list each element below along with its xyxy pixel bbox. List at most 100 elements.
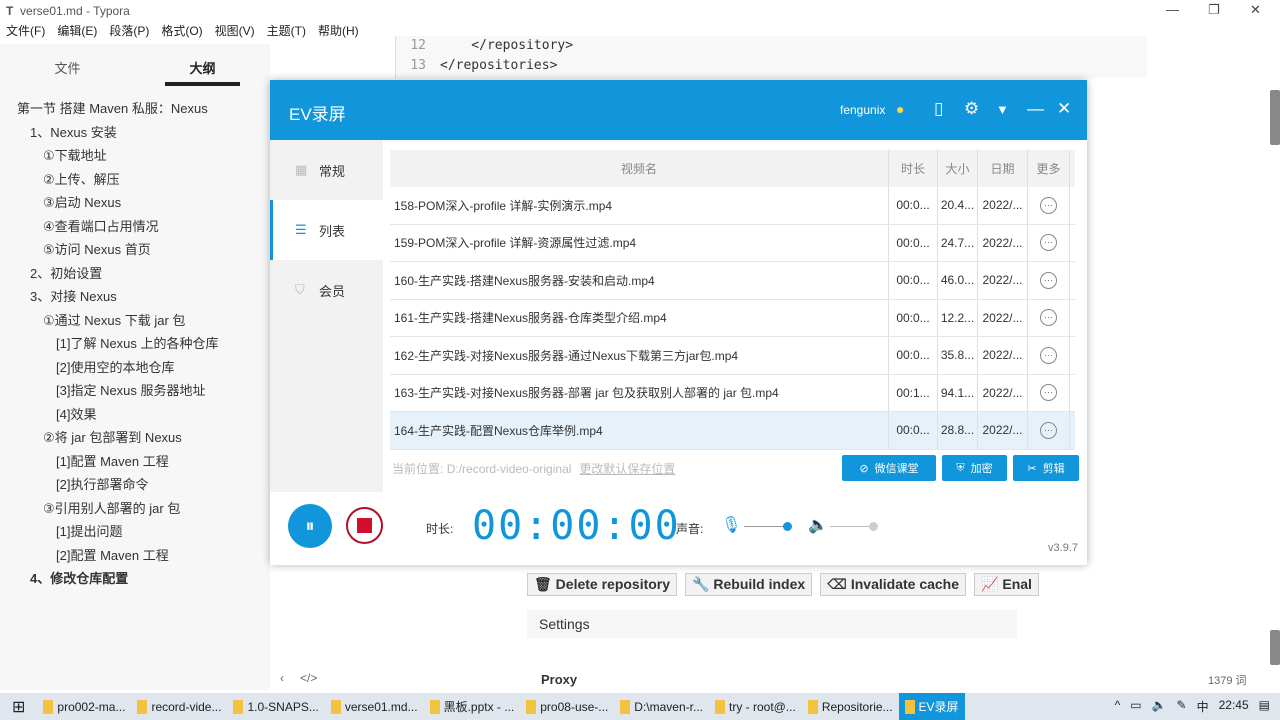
- taskbar-item[interactable]: 黑板.pptx - ...: [424, 693, 521, 720]
- video-date: 2022/...: [978, 374, 1028, 411]
- taskbar-item[interactable]: 1.0-SNAPS...: [227, 693, 324, 720]
- taskbar-item[interactable]: record-vide...: [131, 693, 227, 720]
- taskbar-item[interactable]: D:\maven-r...: [614, 693, 709, 720]
- phone-icon[interactable]: ▯: [934, 99, 943, 119]
- table-row[interactable]: 163-生产实践-对接Nexus服务器-部署 jar 包及获取别人部署的 jar…: [390, 374, 1075, 412]
- col-date[interactable]: 日期: [978, 150, 1028, 187]
- outline-item[interactable]: ③启动 Nexus: [0, 192, 270, 216]
- outline-item[interactable]: 3、对接 Nexus: [0, 286, 270, 310]
- outline-item[interactable]: ①下载地址: [0, 145, 270, 169]
- menu-theme[interactable]: 主题(T): [267, 22, 306, 42]
- speaker-volume-knob[interactable]: [869, 522, 879, 531]
- volume-icon[interactable]: 🔈: [1152, 698, 1167, 715]
- outline-item[interactable]: [1]提出问题: [0, 521, 270, 545]
- menu-view[interactable]: 视图(V): [215, 22, 255, 42]
- outline-item[interactable]: [4]效果: [0, 404, 270, 428]
- col-name[interactable]: 视频名: [390, 150, 889, 187]
- outline-item[interactable]: [3]指定 Nexus 服务器地址: [0, 380, 270, 404]
- record-button[interactable]: ⏸: [288, 504, 332, 548]
- speaker-icon[interactable]: 🔈: [808, 515, 828, 535]
- taskbar-item[interactable]: verse01.md...: [325, 693, 424, 720]
- shield-icon: ⛉: [295, 282, 305, 297]
- line-number: 13: [410, 58, 426, 73]
- menu-help[interactable]: 帮助(H): [318, 22, 359, 42]
- more-options-icon[interactable]: ···: [1040, 309, 1057, 327]
- menu-format[interactable]: 格式(O): [161, 22, 202, 42]
- more-options-icon[interactable]: ···: [1040, 421, 1057, 439]
- outline-item[interactable]: 1、Nexus 安装: [0, 122, 270, 146]
- outline-item[interactable]: 2、初始设置: [0, 263, 270, 287]
- scrollbar-thumb[interactable]: [1270, 630, 1280, 665]
- outline-item[interactable]: 4、修改仓库配置: [0, 568, 270, 592]
- change-location-link[interactable]: 更改默认保存位置: [579, 462, 675, 476]
- network-icon[interactable]: ▭: [1130, 698, 1141, 715]
- minimize-icon[interactable]: —: [1027, 99, 1044, 119]
- outline-item[interactable]: [1]了解 Nexus 上的各种仓库: [0, 333, 270, 357]
- maximize-button[interactable]: ❐: [1208, 2, 1220, 18]
- clock[interactable]: 22:45: [1219, 698, 1249, 715]
- outline-item[interactable]: ②上传、解压: [0, 169, 270, 193]
- tray-chevron-icon[interactable]: ^: [1115, 698, 1121, 715]
- back-icon[interactable]: ‹: [280, 671, 284, 685]
- taskbar-item[interactable]: pro08-use-...: [520, 693, 614, 720]
- close-icon[interactable]: ✕: [1057, 99, 1071, 119]
- nav-list[interactable]: ☰ 列表: [270, 200, 383, 260]
- minimize-button[interactable]: —: [1166, 2, 1179, 17]
- pen-icon[interactable]: ✎: [1177, 698, 1187, 715]
- wechat-class-button[interactable]: ⊘ 微信课堂: [842, 455, 936, 481]
- table-row[interactable]: 161-生产实践-搭建Nexus服务器-仓库类型介绍.mp4 00:0... 12.…: [390, 299, 1075, 337]
- table-row[interactable]: 162-生产实践-对接Nexus服务器-通过Nexus下载第三方jar包.mp4…: [390, 337, 1075, 375]
- typora-icon: T: [6, 4, 14, 18]
- scrollbar-thumb[interactable]: [1270, 90, 1280, 145]
- more-options-icon[interactable]: ···: [1040, 271, 1057, 289]
- start-button[interactable]: ⊞: [0, 693, 37, 720]
- notification-icon[interactable]: ▤: [1259, 698, 1270, 715]
- outline-item[interactable]: 第一节 搭建 Maven 私服：Nexus: [0, 98, 270, 122]
- ev-title: EV录屏: [289, 105, 346, 124]
- table-row[interactable]: 159-POM深入-profile 详解-资源属性过滤.mp4 00:0... 24…: [390, 224, 1075, 262]
- outline-item[interactable]: ④查看端口占用情况: [0, 216, 270, 240]
- tab-files[interactable]: 文件: [0, 44, 135, 82]
- table-row[interactable]: 160-生产实践-搭建Nexus服务器-安装和启动.mp4 00:0... 46.0…: [390, 262, 1075, 300]
- nav-general[interactable]: ▦ 常规: [270, 140, 383, 200]
- taskbar-item[interactable]: Repositorie...: [802, 693, 899, 720]
- taskbar-item[interactable]: try - root@...: [709, 693, 802, 720]
- outline-item[interactable]: [1]配置 Maven 工程: [0, 451, 270, 475]
- outline-list: 第一节 搭建 Maven 私服：Nexus 1、Nexus 安装 ①下载地址 ②上传、…: [0, 82, 270, 592]
- more-cell: ···: [1028, 224, 1070, 261]
- taskbar-item[interactable]: pro002-ma...: [37, 693, 131, 720]
- menu-edit[interactable]: 编辑(E): [57, 22, 97, 42]
- col-duration[interactable]: 时长: [889, 150, 938, 187]
- more-options-icon[interactable]: ···: [1040, 234, 1057, 252]
- close-button[interactable]: ✕: [1250, 2, 1261, 18]
- more-options-icon[interactable]: ···: [1040, 196, 1057, 214]
- more-options-icon[interactable]: ···: [1040, 384, 1057, 402]
- tab-outline[interactable]: 大纲: [135, 44, 270, 86]
- more-options-icon[interactable]: ···: [1040, 346, 1057, 364]
- username[interactable]: fengunix: [840, 103, 885, 117]
- mic-volume-knob[interactable]: [783, 522, 793, 531]
- microphone-icon[interactable]: 🎙: [721, 515, 741, 535]
- menu-dropdown-icon[interactable]: ▼: [996, 102, 1009, 117]
- menu-paragraph[interactable]: 段落(P): [109, 22, 149, 42]
- outline-item[interactable]: ①通过 Nexus 下载 jar 包: [0, 310, 270, 334]
- table-row[interactable]: 158-POM深入-profile 详解-实例演示.mp4 00:0... 20.4…: [390, 187, 1075, 225]
- col-size[interactable]: 大小: [938, 150, 978, 187]
- ime-indicator[interactable]: 中: [1197, 698, 1209, 715]
- outline-item[interactable]: ⑤访问 Nexus 首页: [0, 239, 270, 263]
- outline-item[interactable]: [2]执行部署命令: [0, 474, 270, 498]
- encrypt-button[interactable]: ⛨ 加密: [942, 455, 1007, 481]
- menu-file[interactable]: 文件(F): [6, 22, 45, 42]
- taskbar-item[interactable]: EV录屏: [898, 693, 965, 720]
- edit-button[interactable]: ✂ 剪辑: [1013, 455, 1079, 481]
- outline-item[interactable]: [2]使用空的本地仓库: [0, 357, 270, 381]
- stop-button[interactable]: [346, 507, 383, 544]
- duration-label: 时长:: [426, 522, 454, 536]
- source-code-icon[interactable]: </>: [300, 671, 317, 685]
- settings-gear-icon[interactable]: ⚙: [964, 99, 979, 119]
- outline-item[interactable]: ③引用别人部署的 jar 包: [0, 498, 270, 522]
- outline-item[interactable]: ②将 jar 包部署到 Nexus: [0, 427, 270, 451]
- nav-member[interactable]: ⛉ 会员: [270, 260, 383, 320]
- table-row[interactable]: 164-生产实践-配置Nexus仓库举例.mp4 00:0... 28.8... 20…: [390, 412, 1075, 450]
- outline-item[interactable]: [2]配置 Maven 工程: [0, 545, 270, 569]
